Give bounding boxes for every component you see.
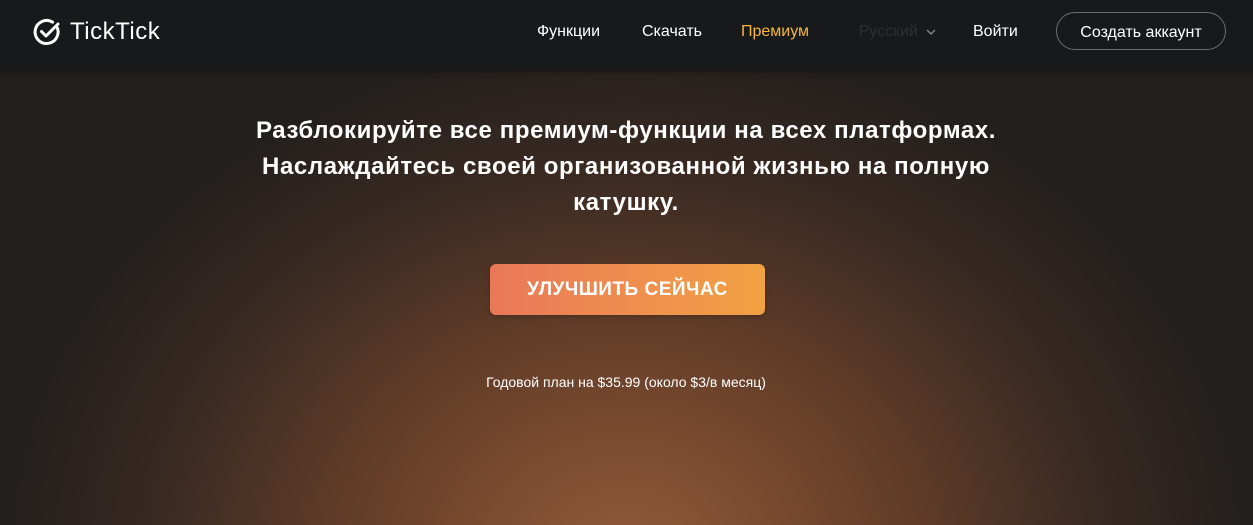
top-navbar: TickTick Функции Скачать Премиум Русский… <box>0 0 1253 70</box>
hero-headline: Разблокируйте все премиум-функции на все… <box>255 117 997 216</box>
nav-download-link[interactable]: Скачать <box>642 22 702 42</box>
chevron-down-icon <box>926 29 936 35</box>
hero-background <box>0 0 1253 525</box>
language-label: Русский <box>858 23 918 40</box>
create-account-button[interactable]: Создать аккаунт <box>1056 12 1226 50</box>
check-circle-icon <box>33 19 60 45</box>
nav-features-link[interactable]: Функции <box>537 22 600 42</box>
language-selector[interactable]: Русский <box>846 22 936 42</box>
brand-logo[interactable]: TickTick <box>32 16 160 48</box>
nav-premium-link[interactable]: Премиум <box>741 22 809 42</box>
nav-login-link[interactable]: Войти <box>973 22 1018 42</box>
plan-price-text: Годовой план на $35.99 (около $3/в месяц… <box>486 374 766 390</box>
upgrade-now-button[interactable]: УЛУЧШИТЬ СЕЙЧАС <box>490 264 765 315</box>
brand-name: TickTick <box>70 18 161 45</box>
